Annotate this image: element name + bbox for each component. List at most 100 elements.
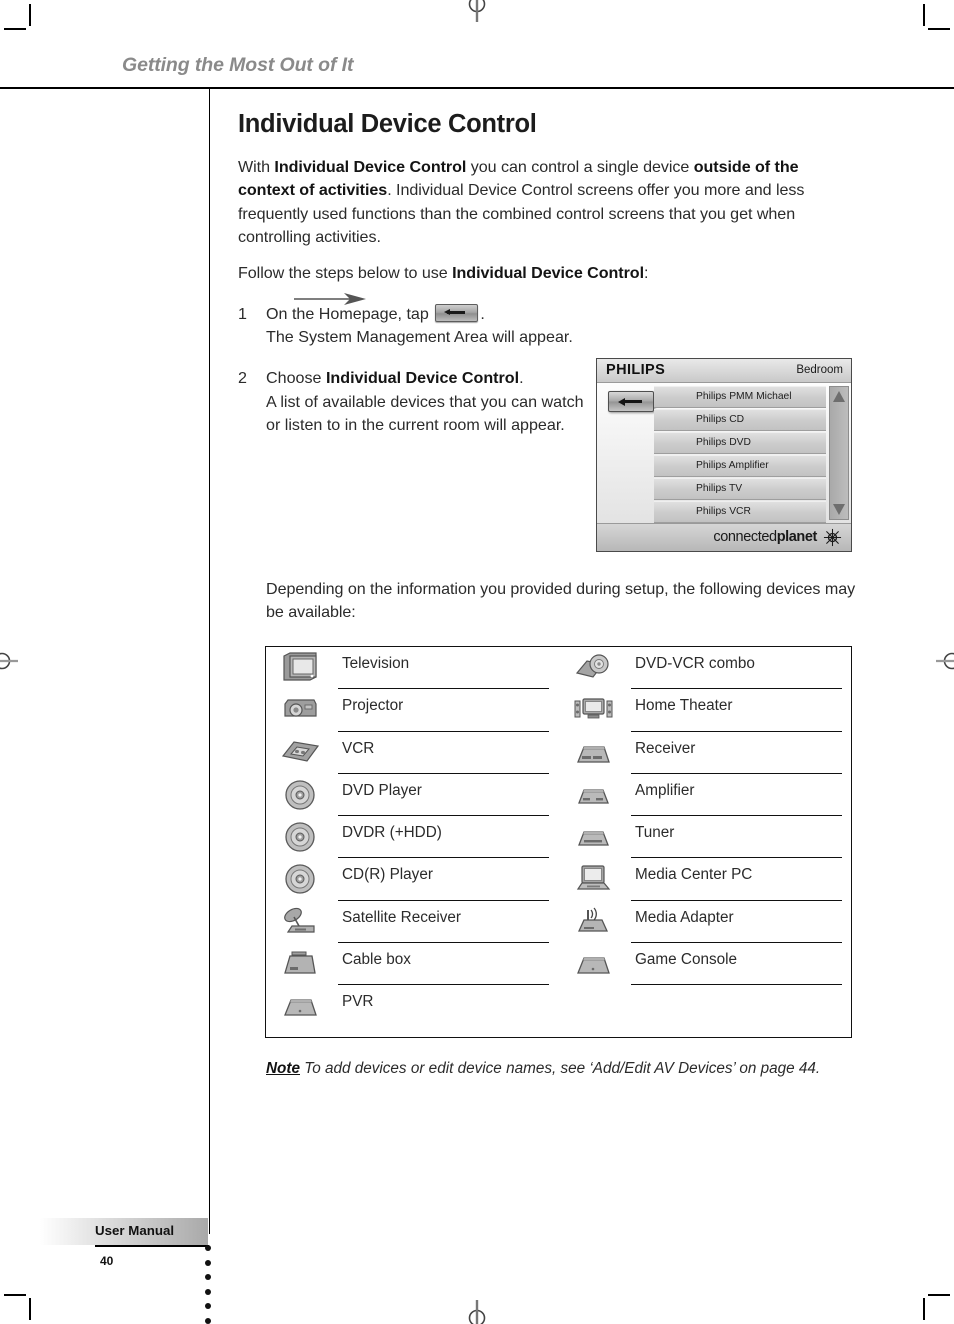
crop-mark-bottom-left-v xyxy=(29,1298,31,1320)
table-row: DVD-VCR combo xyxy=(559,647,852,690)
follow-text-a: Follow the steps below to use xyxy=(238,263,453,282)
note-line: Note To add devices or edit device names… xyxy=(266,1060,866,1078)
starburst-icon xyxy=(823,528,842,547)
device-label: DVD Player xyxy=(342,781,422,799)
receiver-icon xyxy=(577,745,610,763)
screen-device-item[interactable]: Philips VCR xyxy=(654,500,826,524)
page-number: 40 xyxy=(100,1254,114,1268)
dot xyxy=(205,1303,211,1309)
table-row: Television xyxy=(266,647,559,690)
device-label: Receiver xyxy=(635,739,696,757)
disc-icon xyxy=(285,780,315,810)
table-row: VCR xyxy=(266,732,559,774)
device-label: Media Adapter xyxy=(635,908,734,926)
intro-text-a: With xyxy=(238,158,275,177)
table-row: Media Adapter xyxy=(559,901,852,944)
step-1-line2: The System Management Area will appear. xyxy=(266,328,573,347)
screen-device-label: Philips CD xyxy=(696,413,745,425)
screen-device-label: Philips PMM Michael xyxy=(696,391,792,402)
set-top-box-icon xyxy=(284,999,317,1017)
crop-mark-top-right-v xyxy=(923,4,925,26)
note-text: To add devices or edit device names, see… xyxy=(300,1060,821,1077)
device-label: Amplifier xyxy=(635,781,695,799)
device-label: Game Console xyxy=(635,951,738,969)
step-1-text: On the Homepage, tap . The System Manage… xyxy=(266,303,858,349)
dot xyxy=(205,1245,211,1251)
table-row: Tuner xyxy=(559,816,852,859)
table-row: Receiver xyxy=(559,732,852,774)
step-1-line1-a: On the Homepage, tap xyxy=(266,305,434,324)
step-1-line1-b: . xyxy=(480,305,485,324)
dot xyxy=(205,1274,211,1280)
crop-mark-top-right-h xyxy=(928,28,950,30)
table-row: Projector xyxy=(266,689,559,732)
connectedplanet-logo: connectedplanet xyxy=(713,529,817,545)
device-label: VCR xyxy=(342,739,375,757)
intro-bold-1: Individual Device Control xyxy=(274,158,467,177)
screen-device-item[interactable]: Philips DVD xyxy=(654,431,826,455)
row-divider xyxy=(631,984,842,986)
step-2-line1-a: Choose xyxy=(266,369,326,388)
projector-icon xyxy=(284,699,317,717)
crop-mark-bottom-right-h xyxy=(928,1294,950,1296)
table-row: Amplifier xyxy=(559,774,852,817)
table-row: CD(R) Player xyxy=(266,858,559,901)
amplifier-icon xyxy=(578,789,609,804)
registration-target-left xyxy=(0,652,18,670)
cable-box-icon xyxy=(284,951,316,974)
dot xyxy=(205,1317,211,1324)
footer-label: User Manual xyxy=(95,1223,175,1238)
registration-target-top xyxy=(468,0,486,22)
crop-mark-bottom-left-h xyxy=(4,1294,26,1296)
device-label: DVD-VCR combo xyxy=(635,655,755,672)
device-screen-mockup: PHILIPS Bedroom Philips PMM Michael Phil… xyxy=(596,358,852,552)
device-label: Cable box xyxy=(342,951,411,969)
step-2-number: 2 xyxy=(238,369,247,388)
screen-device-label: Philips TV xyxy=(696,482,743,494)
running-head: Getting the Most Out of It xyxy=(122,54,354,76)
television-icon xyxy=(283,652,317,681)
screen-device-item[interactable]: Philips PMM Michael xyxy=(654,386,826,409)
device-table: Television Projector VCR DVD Player DVDR… xyxy=(265,646,852,1038)
device-label: Tuner xyxy=(635,824,675,842)
column-rule xyxy=(209,89,211,1234)
screen-device-list: Philips PMM Michael Philips CD Philips D… xyxy=(654,386,826,524)
crop-mark-bottom-right-v xyxy=(923,1298,925,1320)
device-label: Media Center PC xyxy=(635,866,753,884)
table-row: Cable box xyxy=(266,943,559,986)
screen-header: PHILIPS Bedroom xyxy=(597,359,851,383)
dot xyxy=(205,1259,211,1266)
crop-mark-top-left-v xyxy=(29,4,31,26)
wireless-adapter-icon xyxy=(577,907,609,932)
screen-device-label: Philips VCR xyxy=(696,505,751,517)
device-label: Home Theater xyxy=(635,697,733,715)
screen-body: Philips PMM Michael Philips CD Philips D… xyxy=(597,383,851,524)
screen-scrollbar[interactable] xyxy=(829,386,849,520)
device-label: DVDR (+HDD) xyxy=(342,824,442,842)
header-rule xyxy=(0,87,954,89)
screen-back-button[interactable] xyxy=(608,391,654,412)
note-word: Note xyxy=(266,1060,300,1077)
vcr-cassette-icon xyxy=(281,740,320,762)
table-row: DVD Player xyxy=(266,774,559,817)
back-arrow-icon xyxy=(435,304,479,323)
follow-text-c: : xyxy=(644,263,649,282)
screen-device-item[interactable]: Philips CD xyxy=(654,408,826,432)
pointer-arrow-icon xyxy=(294,293,366,305)
screen-device-item[interactable]: Philips Amplifier xyxy=(654,454,826,478)
device-table-right-column: DVD-VCR combo Home Theater Receiver Ampl… xyxy=(559,647,852,986)
triangle-down-icon[interactable] xyxy=(833,504,845,515)
satellite-dish-icon xyxy=(284,907,315,933)
screen-device-item[interactable]: Philips TV xyxy=(654,477,826,501)
device-label: PVR xyxy=(342,993,374,1011)
follow-steps-paragraph: Follow the steps below to use Individual… xyxy=(238,262,858,285)
intro-text-c: you can control a single device xyxy=(466,158,694,177)
intro-paragraph: With Individual Device Control you can c… xyxy=(238,156,858,250)
triangle-up-icon[interactable] xyxy=(833,391,845,402)
footer-dot-column xyxy=(205,1245,213,1324)
screen-device-label: Philips DVD xyxy=(696,436,751,448)
table-row: Satellite Receiver xyxy=(266,901,559,944)
crop-mark-top-left-h xyxy=(4,28,26,30)
step-1: 1 On the Homepage, tap . The System Mana… xyxy=(238,303,858,349)
follow-bold: Individual Device Control xyxy=(452,263,645,282)
